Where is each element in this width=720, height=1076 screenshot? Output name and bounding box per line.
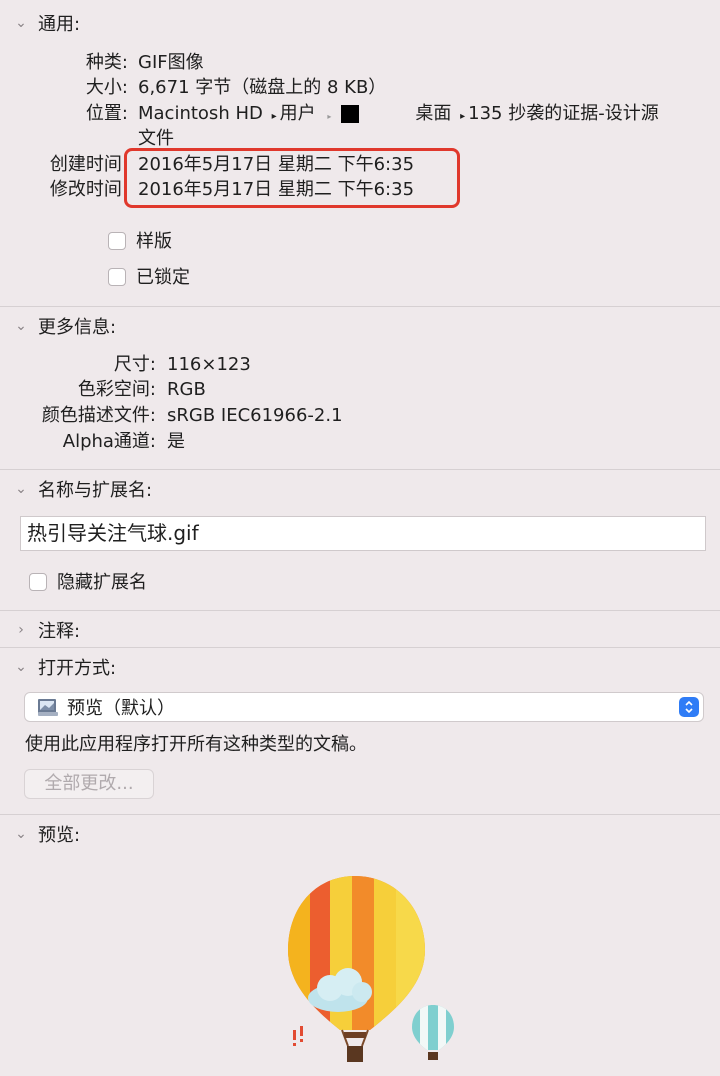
kind-label: 种类: [85, 52, 128, 73]
redacted-block [341, 105, 360, 123]
section-open-with-title: 打开方式: [38, 658, 117, 679]
divider [0, 610, 720, 611]
colorspace-value: RGB [167, 379, 206, 400]
section-more-info-header[interactable]: ⌄ 更多信息: [12, 314, 116, 338]
chevron-down-icon[interactable]: ⌄ [12, 481, 30, 497]
section-comments-title: 注释: [38, 621, 81, 642]
divider [0, 469, 720, 470]
open-with-app-name: 预览（默认） [67, 698, 175, 719]
alpha-value: 是 [167, 431, 185, 452]
triangle-right-icon: ▸ [460, 111, 466, 122]
locked-label: 已锁定 [136, 267, 190, 288]
divider [0, 306, 720, 307]
chevron-down-icon[interactable]: ⌄ [12, 15, 30, 31]
triangle-right-icon: ▸ [327, 112, 332, 121]
locked-checkbox[interactable] [108, 268, 126, 286]
dimensions-label: 尺寸: [113, 354, 156, 375]
stationery-checkbox[interactable] [108, 232, 126, 250]
up-down-stepper-icon[interactable] [679, 697, 699, 717]
chevron-down-icon[interactable]: ⌄ [12, 318, 30, 334]
section-general-header[interactable]: ⌄ 通用: [12, 11, 80, 35]
profile-value: sRGB IEC61966-2.1 [167, 405, 343, 426]
path-users: 用户 [279, 103, 316, 124]
section-open-with-header[interactable]: ⌄ 打开方式: [12, 655, 116, 679]
chevron-down-icon[interactable]: ⌄ [12, 826, 30, 842]
chevron-down-icon[interactable]: ⌄ [12, 659, 30, 675]
section-general-title: 通用: [38, 14, 81, 35]
section-preview-header[interactable]: ⌄ 预览: [12, 822, 80, 846]
path-desktop: 桌面 [415, 103, 452, 124]
preview-image [288, 876, 454, 1062]
divider [0, 647, 720, 648]
size-label: 大小: [85, 77, 128, 98]
created-label: 创建时间: [49, 154, 128, 175]
modified-label: 修改时间: [49, 179, 128, 200]
divider [0, 814, 720, 815]
dimensions-value: 116×123 [167, 354, 251, 375]
basket-rim [344, 1032, 366, 1038]
chevron-right-icon[interactable]: › [12, 622, 30, 638]
colorspace-label: 色彩空间: [77, 379, 156, 400]
small-balloon [412, 1005, 454, 1050]
section-preview-title: 预览: [38, 825, 81, 846]
section-name-ext-title: 名称与扩展名: [38, 480, 153, 501]
profile-label: 颜色描述文件: [41, 405, 156, 426]
preview-app-icon [37, 697, 59, 717]
hide-extension-label: 隐藏扩展名 [57, 572, 147, 593]
section-name-ext-header[interactable]: ⌄ 名称与扩展名: [12, 477, 152, 501]
alpha-label: Alpha通道: [62, 431, 156, 452]
kind-value: GIF图像 [138, 52, 204, 73]
date-highlight-box [124, 148, 460, 208]
path-volume: Macintosh HD [138, 103, 263, 124]
triangle-right-icon: ▸ [271, 111, 277, 122]
section-more-info-title: 更多信息: [38, 317, 117, 338]
filename-input[interactable]: 热引导关注气球.gif [20, 516, 706, 551]
open-with-description: 使用此应用程序打开所有这种类型的文稿。 [25, 734, 367, 755]
change-all-button[interactable]: 全部更改... [24, 769, 154, 799]
hide-extension-checkbox[interactable] [29, 573, 47, 591]
stationery-label: 样版 [136, 231, 172, 252]
basket [347, 1046, 363, 1062]
open-with-select[interactable]: 预览（默认） [24, 692, 704, 722]
where-label: 位置: [85, 103, 128, 124]
size-value: 6,671 字节（磁盘上的 8 KB） [138, 77, 387, 98]
where-path: Macintosh HD ▸ 用户 ▸ 桌面 ▸ 135 抄袭的证据-设计源 [138, 102, 713, 129]
section-comments-header[interactable]: › 注释: [12, 618, 80, 642]
path-folder: 135 抄袭的证据-设计源 [468, 103, 659, 124]
